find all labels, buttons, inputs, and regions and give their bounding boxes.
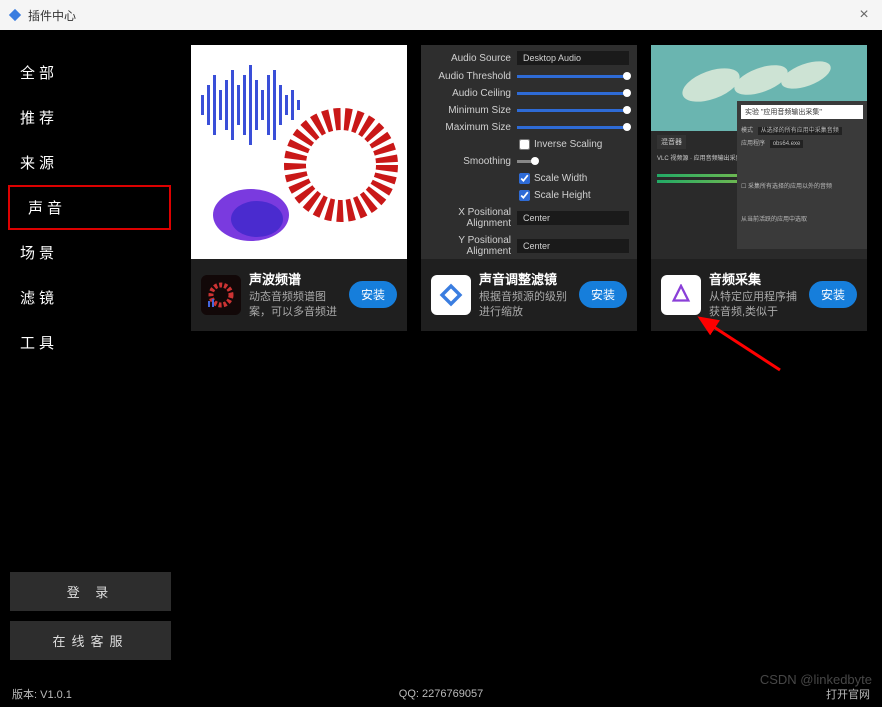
plugin-title: 音频采集 bbox=[709, 269, 801, 288]
main-area: 全部 推荐 来源 声音 场景 滤镜 工具 登 录 在线客服 bbox=[0, 30, 882, 680]
login-button[interactable]: 登 录 bbox=[10, 572, 171, 611]
sidebar: 全部 推荐 来源 声音 场景 滤镜 工具 登 录 在线客服 bbox=[0, 30, 181, 680]
install-button[interactable]: 安装 bbox=[349, 281, 397, 308]
qq-label: QQ: 2276769057 bbox=[399, 688, 483, 700]
plugin-desc: 根据音频源的级别进行缩放 bbox=[479, 290, 571, 321]
plugin-title: 声波频谱 bbox=[249, 269, 341, 288]
official-link[interactable]: 打开官网 bbox=[826, 686, 870, 702]
filter-icon bbox=[431, 275, 471, 315]
install-button[interactable]: 安装 bbox=[809, 281, 857, 308]
nav-filter[interactable]: 滤镜 bbox=[0, 275, 181, 320]
plugin-title: 声音调整滤镜 bbox=[479, 269, 571, 288]
nav-tool[interactable]: 工具 bbox=[0, 320, 181, 365]
plugin-grid: 声波频谱 动态音频频谱图案，可以多音频进 安装 Audio SourceDesk… bbox=[181, 30, 882, 680]
nav-sound[interactable]: 声音 bbox=[8, 185, 171, 230]
plugin-thumb: 混音器 VLC 视频源 · 应用音频输出采集 -3.4 dB 实验 "应用音频输… bbox=[651, 45, 867, 259]
install-button[interactable]: 安装 bbox=[579, 281, 627, 308]
app-icon bbox=[8, 8, 22, 22]
plugin-desc: 动态音频频谱图案，可以多音频进 bbox=[249, 290, 341, 321]
nav-list: 全部 推荐 来源 声音 场景 滤镜 工具 bbox=[0, 50, 181, 365]
plugin-card-spectrum[interactable]: 声波频谱 动态音频频谱图案，可以多音频进 安装 bbox=[191, 45, 407, 331]
window-title: 插件中心 bbox=[28, 7, 76, 24]
spectrum-icon bbox=[201, 275, 241, 315]
nav-all[interactable]: 全部 bbox=[0, 50, 181, 95]
plugin-desc: 从特定应用程序捕获音频,类似于 bbox=[709, 290, 801, 321]
titlebar: 插件中心 × bbox=[0, 0, 882, 30]
nav-scene[interactable]: 场景 bbox=[0, 230, 181, 275]
close-button[interactable]: × bbox=[854, 6, 874, 24]
plugin-thumb: Audio SourceDesktop Audio Audio Threshol… bbox=[421, 45, 637, 259]
plugin-thumb bbox=[191, 45, 407, 259]
nav-source[interactable]: 来源 bbox=[0, 140, 181, 185]
version-label: 版本: V1.0.1 bbox=[12, 686, 72, 702]
plugin-card-capture[interactable]: 混音器 VLC 视频源 · 应用音频输出采集 -3.4 dB 实验 "应用音频输… bbox=[651, 45, 867, 331]
footer: 版本: V1.0.1 QQ: 2276769057 打开官网 bbox=[0, 680, 882, 707]
capture-icon bbox=[661, 275, 701, 315]
support-button[interactable]: 在线客服 bbox=[10, 621, 171, 660]
plugin-card-filter[interactable]: Audio SourceDesktop Audio Audio Threshol… bbox=[421, 45, 637, 331]
nav-recommend[interactable]: 推荐 bbox=[0, 95, 181, 140]
